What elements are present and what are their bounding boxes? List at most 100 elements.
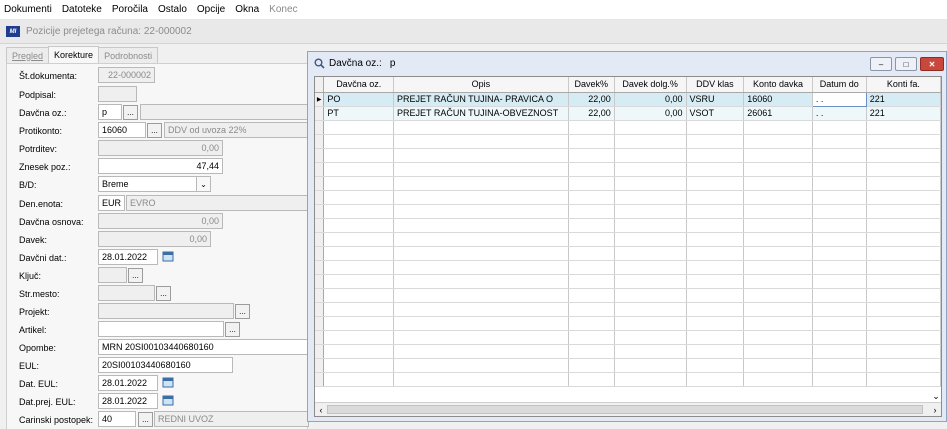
chevron-left-icon[interactable]: ‹	[315, 403, 327, 416]
cell-ddv-klas[interactable]: VSOT	[686, 106, 745, 121]
tab-podrobnosti[interactable]: Podrobnosti	[98, 47, 159, 63]
col-datum-do[interactable]: Datum do	[812, 77, 867, 93]
minimize-button[interactable]: –	[870, 57, 892, 71]
label-projekt: Projekt:	[19, 307, 50, 317]
cell-datum-do[interactable]: . .	[812, 106, 867, 121]
davcna-oz-input[interactable]: p	[98, 104, 122, 120]
col-konto-davka[interactable]: Konto davka	[743, 77, 813, 93]
col-opis[interactable]: Opis	[393, 77, 569, 93]
str-mesto-input[interactable]	[98, 285, 155, 301]
table-row[interactable]: ▶ PO PREJET RAČUN TUJINA- PRAVICA O 22,0…	[315, 91, 941, 107]
cell-konto[interactable]: 26061	[743, 106, 813, 121]
menu-dokumenti[interactable]: Dokumenti	[4, 4, 52, 15]
empty-cell	[323, 330, 394, 345]
cell-davek[interactable]: 22,00	[568, 106, 615, 121]
empty-row	[315, 148, 941, 163]
carinski-postopek-input[interactable]: 40	[98, 411, 136, 427]
calendar-icon[interactable]	[162, 394, 174, 406]
carinski-postopek-lookup-button[interactable]: ...	[138, 412, 153, 427]
horizontal-scrollbar[interactable]: ‹ ›	[315, 402, 941, 416]
empty-cell	[568, 372, 615, 387]
cell-datum-do[interactable]: . .	[811, 91, 867, 107]
empty-cell	[866, 316, 941, 331]
scrollbar-thumb[interactable]	[327, 405, 923, 414]
empty-cell	[393, 316, 569, 331]
empty-cell	[866, 218, 941, 233]
cell-davek-dolg[interactable]: 0,00	[614, 92, 687, 107]
kljuc-lookup-button[interactable]: ...	[128, 268, 143, 283]
protikonto-input[interactable]: 16060	[98, 122, 146, 138]
menu-datoteke[interactable]: Datoteke	[62, 4, 102, 15]
chevron-down-icon[interactable]: ⌄	[196, 177, 210, 191]
cell-davek-dolg[interactable]: 0,00	[614, 106, 687, 121]
opombe-input[interactable]: MRN 20SI00103440680160	[98, 339, 309, 355]
menu-opcije[interactable]: Opcije	[197, 4, 225, 15]
col-davek[interactable]: Davek%	[568, 77, 615, 93]
empty-cell	[568, 232, 615, 247]
tab-pregled[interactable]: Pregled	[6, 47, 50, 63]
davcna-oz-lookup-button[interactable]: ...	[123, 105, 138, 120]
menu-bar: Dokumenti Datoteke Poročila Ostalo Opcij…	[0, 0, 947, 20]
empty-cell	[743, 288, 813, 303]
dat-eul-input[interactable]: 28.01.2022	[98, 375, 158, 391]
chevron-right-icon[interactable]: ›	[929, 403, 941, 416]
dat-prej-eul-input[interactable]: 28.01.2022	[98, 393, 158, 409]
eul-input[interactable]: 20SI00103440680160	[98, 357, 233, 373]
table-row[interactable]: PT PREJET RAČUN TUJINA-OBVEZNOST 22,00 0…	[315, 106, 941, 121]
empty-cell	[393, 176, 569, 191]
projekt-lookup-button[interactable]: ...	[235, 304, 250, 319]
cell-konti-fa[interactable]: 221	[866, 92, 941, 107]
empty-cell	[315, 260, 325, 275]
cell-code[interactable]: PO	[323, 92, 394, 107]
cell-konto[interactable]: 16060	[743, 92, 813, 107]
str-mesto-lookup-button[interactable]: ...	[156, 286, 171, 301]
empty-cell	[614, 232, 687, 247]
empty-cell	[393, 218, 569, 233]
cell-opis[interactable]: PREJET RAČUN TUJINA-OBVEZNOST	[393, 106, 569, 121]
menu-okna[interactable]: Okna	[235, 4, 259, 15]
col-davek-dolg[interactable]: Davek dolg.%	[614, 77, 687, 93]
empty-cell	[614, 330, 687, 345]
den-enota-input[interactable]: EUR	[98, 195, 125, 211]
empty-cell	[866, 302, 941, 317]
kljuc-input[interactable]	[98, 267, 127, 283]
empty-cell	[323, 232, 394, 247]
empty-cell	[323, 246, 394, 261]
menu-porocila[interactable]: Poročila	[112, 4, 148, 15]
cell-ddv-klas[interactable]: VSRU	[686, 92, 745, 107]
empty-cell	[812, 148, 867, 163]
empty-cell	[393, 204, 569, 219]
artikel-lookup-button[interactable]: ...	[225, 322, 240, 337]
den-enota-desc: EVRO	[126, 195, 309, 211]
col-ddv-klas[interactable]: DDV klas	[686, 77, 745, 93]
empty-row	[315, 162, 941, 177]
col-davcna-oz[interactable]: Davčna oz.	[323, 77, 394, 93]
empty-cell	[866, 176, 941, 191]
empty-cell	[614, 246, 687, 261]
restore-button[interactable]: □	[895, 57, 917, 71]
calendar-icon[interactable]	[162, 376, 174, 388]
tab-korekture[interactable]: Korekture	[48, 46, 100, 63]
col-konti-fa[interactable]: Konti fa.	[866, 77, 941, 93]
protikonto-lookup-button[interactable]: ...	[147, 123, 162, 138]
empty-cell	[323, 162, 394, 177]
menu-konec[interactable]: Konec	[269, 4, 297, 15]
znesek-poz-input[interactable]: 47,44	[98, 158, 223, 174]
calendar-icon[interactable]	[162, 250, 174, 262]
menu-ostalo[interactable]: Ostalo	[158, 4, 187, 15]
davcni-dat-input[interactable]: 28.01.2022	[98, 249, 158, 265]
podpisal-field[interactable]	[98, 86, 137, 102]
projekt-input[interactable]	[98, 303, 234, 319]
empty-cell	[568, 330, 615, 345]
empty-cell	[614, 358, 687, 373]
cell-davek[interactable]: 22,00	[568, 92, 615, 107]
empty-cell	[812, 162, 867, 177]
bd-select[interactable]: Breme	[98, 176, 211, 192]
artikel-input[interactable]	[98, 321, 224, 337]
cell-konti-fa[interactable]: 221	[866, 106, 941, 121]
close-button[interactable]: ✕	[920, 57, 944, 71]
chevron-down-icon[interactable]: ⌄	[930, 390, 942, 403]
empty-cell	[323, 134, 394, 149]
cell-opis[interactable]: PREJET RAČUN TUJINA- PRAVICA O	[393, 92, 569, 107]
cell-code[interactable]: PT	[323, 106, 394, 121]
